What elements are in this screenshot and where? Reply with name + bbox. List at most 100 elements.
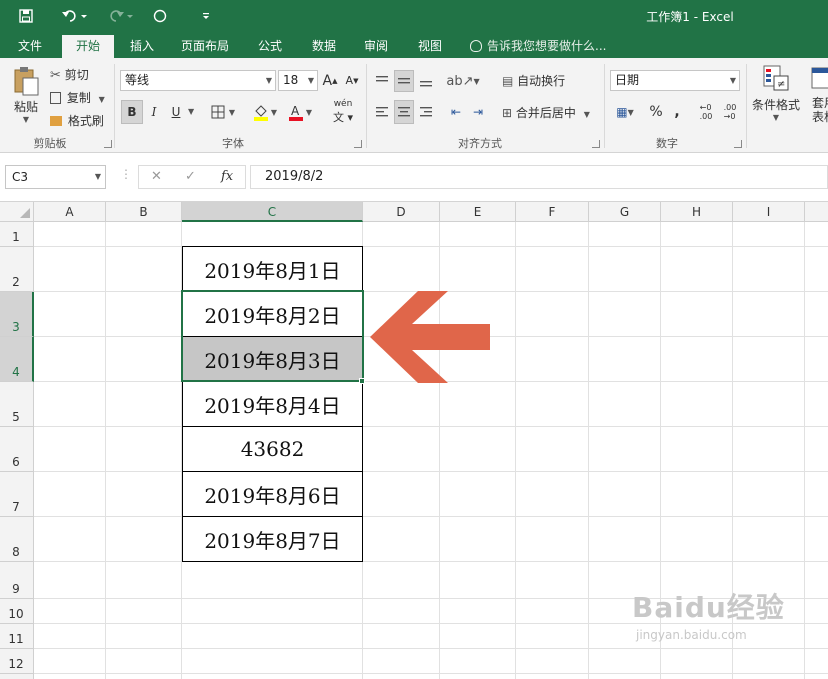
- row-header-4[interactable]: 4: [0, 337, 34, 382]
- select-all-corner[interactable]: [0, 202, 34, 222]
- dialog-launcher-icon[interactable]: [104, 140, 112, 148]
- row-header-2[interactable]: 2: [0, 247, 34, 292]
- font-name-dropdown[interactable]: 等线 ▼: [120, 70, 276, 91]
- row-header-6[interactable]: 6: [0, 427, 34, 472]
- fill-color-button[interactable]: ▼: [250, 100, 280, 124]
- font-color-icon: A: [288, 104, 303, 121]
- decrease-indent-button[interactable]: ⇤: [446, 100, 466, 124]
- align-bottom-icon: [420, 81, 432, 87]
- tab-insert[interactable]: 插入: [120, 35, 164, 58]
- gridline: [34, 516, 828, 517]
- group-separator: [604, 64, 605, 148]
- cell-c7[interactable]: 2019年8月6日: [182, 471, 363, 517]
- tab-home[interactable]: 开始: [62, 35, 114, 58]
- save-icon[interactable]: [16, 6, 36, 26]
- fill-handle[interactable]: [359, 378, 365, 384]
- font-name-value: 等线: [125, 73, 150, 87]
- row-header-8[interactable]: 8: [0, 517, 34, 562]
- column-header-g[interactable]: G: [589, 202, 661, 222]
- selection-border: [181, 290, 364, 382]
- borders-button[interactable]: ▼: [208, 100, 238, 124]
- tab-file[interactable]: 文件: [8, 35, 52, 58]
- column-header-d[interactable]: D: [363, 202, 440, 222]
- insert-function-icon[interactable]: fx: [221, 169, 233, 184]
- wrap-text-button[interactable]: ▤ 自动换行: [502, 72, 565, 89]
- tell-me-text: 告诉我您想要做什么...: [487, 39, 607, 53]
- format-as-table-button[interactable]: 套用表格: [804, 64, 828, 128]
- align-center-icon: [398, 107, 410, 117]
- row-header-3[interactable]: 3: [0, 292, 34, 337]
- dialog-launcher-icon[interactable]: [592, 140, 600, 148]
- increase-indent-button[interactable]: ⇥: [468, 100, 488, 124]
- align-middle-button[interactable]: [394, 70, 414, 92]
- tab-view[interactable]: 视图: [408, 35, 452, 58]
- row-header-9[interactable]: 9: [0, 562, 34, 599]
- enter-icon[interactable]: ✓: [185, 169, 196, 184]
- align-bottom-button[interactable]: [416, 70, 436, 92]
- column-header-c[interactable]: C: [182, 202, 363, 222]
- percent-button[interactable]: %: [646, 100, 666, 124]
- row-header-11[interactable]: 11: [0, 624, 34, 649]
- tab-formulas[interactable]: 公式: [248, 35, 292, 58]
- font-size-dropdown[interactable]: 18 ▼: [278, 70, 318, 91]
- italic-button[interactable]: I: [145, 100, 163, 124]
- conditional-format-label: 条件格式: [751, 98, 800, 112]
- chevron-down-icon[interactable]: ▼: [188, 107, 194, 116]
- tab-data[interactable]: 数据: [302, 35, 346, 58]
- accounting-format-button[interactable]: ▦ ▼: [610, 100, 640, 124]
- redo-icon[interactable]: [104, 6, 138, 26]
- column-header-a[interactable]: A: [34, 202, 106, 222]
- row-header-7[interactable]: 7: [0, 472, 34, 517]
- align-center-button[interactable]: [394, 100, 414, 124]
- row-header-10[interactable]: 10: [0, 599, 34, 624]
- align-top-button[interactable]: [372, 70, 392, 92]
- column-header-e[interactable]: E: [440, 202, 516, 222]
- tab-page-layout[interactable]: 页面布局: [172, 35, 238, 58]
- grow-font-button[interactable]: A ▲: [322, 70, 338, 91]
- dialog-launcher-icon[interactable]: [354, 140, 362, 148]
- cut-button[interactable]: ✂ 剪切: [50, 66, 89, 83]
- format-painter-button[interactable]: 格式刷: [50, 112, 104, 129]
- undo-icon[interactable]: [58, 6, 92, 26]
- phonetic-button[interactable]: wén 文 ▾: [326, 99, 360, 124]
- copy-icon: [50, 92, 61, 104]
- row-number: 11: [8, 632, 24, 646]
- cell-c6[interactable]: 43682: [182, 426, 363, 472]
- copy-button[interactable]: 复制 ▼: [50, 89, 105, 106]
- cell-c2[interactable]: 2019年8月1日: [182, 246, 363, 292]
- merge-center-button[interactable]: ⊞ 合并后居中 ▼: [502, 104, 590, 121]
- font-group-label: 字体: [222, 137, 244, 150]
- conditional-format-button[interactable]: ≠ 条件格式 ▼: [750, 64, 802, 128]
- cell-c8[interactable]: 2019年8月7日: [182, 516, 363, 562]
- name-box[interactable]: C3 ▼: [5, 165, 106, 189]
- align-right-button[interactable]: [416, 100, 436, 124]
- column-header-h[interactable]: H: [661, 202, 733, 222]
- number-format-dropdown[interactable]: 日期 ▼: [610, 70, 740, 91]
- dialog-launcher-icon[interactable]: [734, 140, 742, 148]
- cancel-icon[interactable]: ✕: [151, 169, 162, 184]
- column-header-i[interactable]: I: [733, 202, 805, 222]
- circle-icon[interactable]: [150, 6, 170, 26]
- column-header-b[interactable]: B: [106, 202, 182, 222]
- row-header-1[interactable]: 1: [0, 222, 34, 247]
- decrease-decimal-button[interactable]: .00 →0: [720, 100, 740, 124]
- row-number: 6: [12, 455, 20, 469]
- column-header-f[interactable]: F: [516, 202, 589, 222]
- title-bar: 工作簿1 - Excel: [0, 0, 828, 31]
- bold-button[interactable]: B: [121, 100, 143, 124]
- cell-c5[interactable]: 2019年8月4日: [182, 381, 363, 427]
- shrink-font-button[interactable]: A ▼: [344, 70, 360, 91]
- tab-review[interactable]: 审阅: [354, 35, 398, 58]
- tell-me-box[interactable]: 告诉我您想要做什么...: [470, 35, 606, 58]
- formula-input[interactable]: 2019/8/2: [250, 165, 828, 189]
- align-left-button[interactable]: [372, 100, 392, 124]
- row-header-5[interactable]: 5: [0, 382, 34, 427]
- row-header-12[interactable]: 12: [0, 649, 34, 674]
- underline-button[interactable]: U: [167, 100, 185, 124]
- increase-decimal-button[interactable]: ←0.00: [696, 100, 716, 124]
- comma-button[interactable]: ,: [668, 100, 686, 124]
- customize-icon[interactable]: [198, 6, 214, 26]
- orientation-button[interactable]: ab↗ ▼: [446, 70, 480, 92]
- paste-button[interactable]: 粘贴 ▼: [8, 64, 44, 126]
- font-color-button[interactable]: A ▼: [284, 100, 316, 124]
